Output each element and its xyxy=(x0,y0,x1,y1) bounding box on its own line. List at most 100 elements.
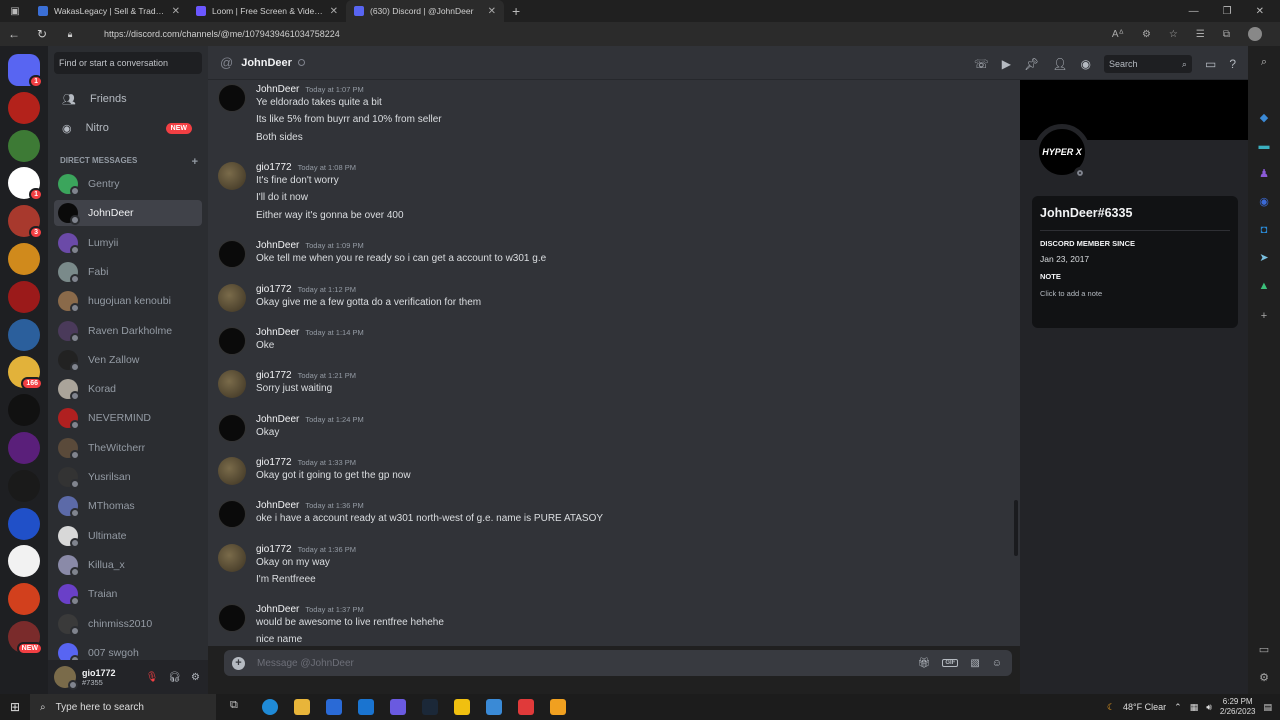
dm-item[interactable]: Korad xyxy=(54,376,202,402)
dm-item[interactable]: Ultimate xyxy=(54,523,202,549)
tracking-icon[interactable]: ⚙ xyxy=(1142,29,1151,40)
video-icon[interactable]: ▶ xyxy=(1002,57,1011,71)
tab-close-icon[interactable]: ✕ xyxy=(488,6,496,17)
read-aloud-icon[interactable]: Aᐞ xyxy=(1112,29,1124,40)
browser-tab[interactable]: WakasLegacy | Sell & Trade Gam ✕ xyxy=(30,0,188,22)
server-icon[interactable] xyxy=(8,583,40,616)
side-add-icon[interactable]: + xyxy=(1258,310,1270,322)
gif-icon[interactable]: GIF xyxy=(942,659,959,667)
avatar[interactable] xyxy=(218,327,246,355)
sticker-icon[interactable]: ▧ xyxy=(970,658,979,669)
dm-item[interactable]: NEVERMIND xyxy=(54,405,202,431)
side-drop-icon[interactable]: ▲ xyxy=(1258,280,1270,292)
collections-icon[interactable]: ⧉ xyxy=(1223,29,1230,40)
server-icon[interactable] xyxy=(8,394,40,427)
help-icon[interactable]: ? xyxy=(1229,57,1236,71)
side-tools-icon[interactable]: ▬ xyxy=(1258,140,1270,152)
reload-icon[interactable]: ↻ xyxy=(28,27,56,41)
side-office-icon[interactable]: ◉ xyxy=(1258,196,1270,208)
edge-icon[interactable] xyxy=(262,699,278,715)
server-icon[interactable] xyxy=(8,129,40,162)
avatar[interactable] xyxy=(218,544,246,572)
message-author[interactable]: JohnDeer xyxy=(256,240,299,251)
file-explorer-icon[interactable] xyxy=(294,699,310,715)
maximize-icon[interactable]: ❐ xyxy=(1223,6,1232,17)
add-friend-icon[interactable]: 👤︎ xyxy=(1052,57,1067,71)
message-author[interactable]: JohnDeer xyxy=(256,604,299,615)
close-icon[interactable]: ✕ xyxy=(1256,6,1264,17)
inbox-icon[interactable]: ▭ xyxy=(1205,57,1216,71)
friends-nav[interactable]: 👥︎ Friends xyxy=(54,86,202,112)
dm-item[interactable]: Lumyii xyxy=(54,230,202,256)
profile-icon[interactable] xyxy=(1248,27,1262,41)
call-icon[interactable]: ☏ xyxy=(974,57,989,71)
emoji-icon[interactable]: ☺ xyxy=(992,658,1002,669)
create-dm-icon[interactable]: + xyxy=(192,156,198,168)
network-icon[interactable]: ▦ xyxy=(1190,702,1199,713)
window-menu-icon[interactable]: ▣ xyxy=(0,6,30,17)
server-icon[interactable] xyxy=(8,469,40,502)
server-icon[interactable]: 3 xyxy=(8,205,43,240)
osrs-icon[interactable] xyxy=(518,699,534,715)
pin-icon[interactable]: 📌︎ xyxy=(1024,57,1039,71)
side-games-icon[interactable]: ♟ xyxy=(1258,168,1270,180)
avatar[interactable] xyxy=(54,666,78,690)
remote-icon[interactable] xyxy=(486,699,502,715)
dm-item[interactable]: Yusrilsan xyxy=(54,464,202,490)
server-icon[interactable]: 1 xyxy=(8,167,43,202)
weather-icon[interactable]: ☾ xyxy=(1107,702,1115,713)
message-composer[interactable]: + Message @JohnDeer 🎁︎ GIF ▧ ☺ xyxy=(224,650,1012,676)
message-author[interactable]: JohnDeer xyxy=(256,84,299,95)
taskbar-search[interactable]: ⌕ Type here to search xyxy=(30,694,216,720)
dm-item[interactable]: Ven Zallow xyxy=(54,347,202,373)
server-icon[interactable]: 166 xyxy=(8,356,43,391)
side-settings-icon[interactable]: ⚙ xyxy=(1258,672,1270,684)
minimize-icon[interactable]: — xyxy=(1189,6,1199,17)
message-author[interactable]: JohnDeer xyxy=(256,327,299,338)
notifications-icon[interactable]: ▤ xyxy=(1263,702,1272,713)
avatar[interactable] xyxy=(218,284,246,312)
tray-chevron-icon[interactable]: ⌃ xyxy=(1174,702,1182,713)
message-author[interactable]: JohnDeer xyxy=(256,414,299,425)
side-layout-icon[interactable]: ▭ xyxy=(1258,644,1270,656)
server-icon[interactable] xyxy=(8,243,40,275)
message-scrollbar[interactable] xyxy=(1014,500,1018,556)
avatar[interactable] xyxy=(218,240,246,268)
side-tag-icon[interactable]: ◆ xyxy=(1258,112,1270,124)
server-icon[interactable] xyxy=(8,91,40,124)
back-icon[interactable]: ← xyxy=(0,27,28,41)
tab-close-icon[interactable]: ✕ xyxy=(330,6,338,17)
server-icon[interactable] xyxy=(8,318,40,351)
nitro-nav[interactable]: ◉ Nitro NEW xyxy=(54,115,202,141)
side-outlook-icon[interactable]: ◘ xyxy=(1258,224,1270,236)
vscode-icon[interactable] xyxy=(390,699,406,715)
side-send-icon[interactable]: ➤ xyxy=(1258,252,1270,264)
task-view-icon[interactable]: ⧉ xyxy=(230,699,246,715)
avatar[interactable] xyxy=(218,84,246,112)
server-icon[interactable]: 1 xyxy=(8,54,43,88)
new-tab-button[interactable]: + xyxy=(512,3,520,19)
favorite-icon[interactable]: ☆ xyxy=(1169,29,1178,40)
obs-icon[interactable] xyxy=(550,699,566,715)
mail-icon[interactable] xyxy=(358,699,374,715)
server-icon[interactable] xyxy=(8,280,40,313)
server-icon[interactable] xyxy=(8,432,40,464)
weather-label[interactable]: 48°F Clear xyxy=(1123,702,1166,712)
message-author[interactable]: gio1772 xyxy=(256,457,292,468)
dm-item[interactable]: hugojuan kenoubi xyxy=(54,288,202,314)
message-author[interactable]: gio1772 xyxy=(256,370,292,381)
message-author[interactable]: gio1772 xyxy=(256,284,292,295)
gift-icon[interactable]: 🎁︎ xyxy=(918,658,931,669)
settings-icon[interactable]: ⚙ xyxy=(191,672,200,683)
dm-item[interactable]: Raven Darkholme xyxy=(54,318,202,344)
dm-item[interactable]: MThomas xyxy=(54,493,202,519)
avatar[interactable] xyxy=(218,370,246,398)
side-search-icon[interactable]: ⌕ xyxy=(1258,56,1270,68)
avatar[interactable] xyxy=(218,162,246,190)
profile-toggle-icon[interactable]: ◉ xyxy=(1080,57,1090,71)
message-author[interactable]: gio1772 xyxy=(256,544,292,555)
avatar[interactable] xyxy=(218,414,246,442)
dm-item[interactable]: Killua_x xyxy=(54,552,202,578)
avatar[interactable] xyxy=(218,604,246,632)
volume-icon[interactable]: 🔊︎ xyxy=(1206,702,1212,713)
